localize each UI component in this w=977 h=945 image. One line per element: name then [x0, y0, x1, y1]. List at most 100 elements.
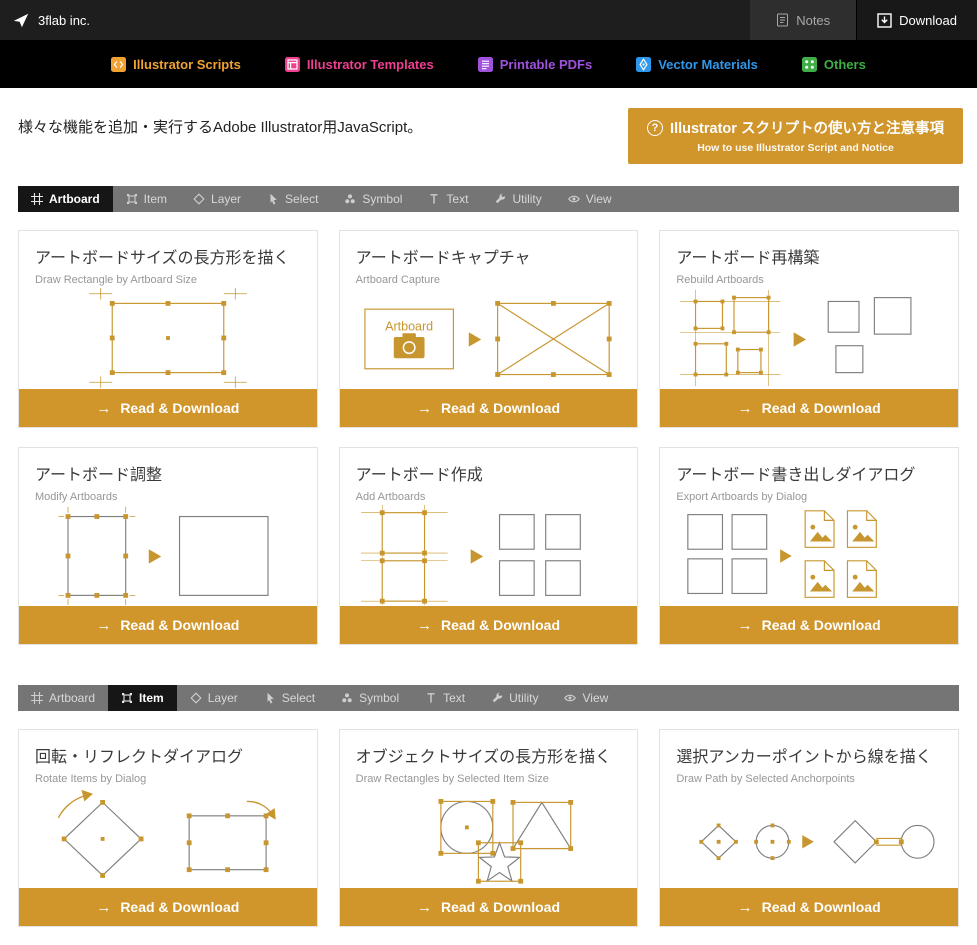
illustration-artboard-capture: Artboard [348, 288, 628, 388]
read-download-button[interactable]: → Read & Download [340, 888, 638, 926]
view-eye-icon [568, 193, 580, 205]
tab-view[interactable]: View [551, 685, 621, 711]
arrow-right-icon: → [417, 400, 432, 417]
tab-symbol[interactable]: Symbol [331, 186, 415, 212]
tab-item[interactable]: Item [108, 685, 177, 711]
cursor-icon [267, 193, 279, 205]
tab-label: Symbol [359, 691, 399, 705]
tab-label: Layer [208, 691, 238, 705]
card-title: 回転・リフレクトダイアログ [19, 730, 317, 767]
illustration-draw-path-anchorpoints [669, 787, 949, 887]
read-download-button[interactable]: → Read & Download [660, 606, 958, 644]
nav-illustrator-templates[interactable]: Illustrator Templates [285, 57, 434, 72]
card-title: アートボード作成 [340, 448, 638, 485]
card-rebuild-artboards: アートボード再構築 Rebuild Artboards [659, 230, 959, 428]
item-icon [126, 193, 138, 205]
wrench-icon [491, 692, 503, 704]
nav-label: Others [824, 57, 866, 72]
tab-select[interactable]: Select [254, 186, 331, 212]
layer-icon [193, 193, 205, 205]
card-illustration [340, 503, 638, 606]
tab-artboard[interactable]: Artboard [18, 186, 113, 212]
download-icon [877, 13, 892, 28]
nav-illustrator-scripts[interactable]: Illustrator Scripts [111, 57, 241, 72]
download-label: Download [899, 13, 957, 28]
read-download-button[interactable]: → Read & Download [19, 888, 317, 926]
card-export-artboards-dialog: アートボード書き出しダイアログ Export Artboards by Dial… [659, 447, 959, 645]
wrench-icon [494, 193, 506, 205]
card-subtitle: Rotate Items by Dialog [19, 767, 317, 785]
tab-label: View [582, 691, 608, 705]
arrow-right-icon: → [738, 617, 753, 634]
logo-text: 3flab inc. [38, 13, 90, 28]
main-navigation: Illustrator Scripts Illustrator Template… [0, 40, 977, 88]
tab-select[interactable]: Select [251, 685, 328, 711]
read-download-button[interactable]: → Read & Download [19, 389, 317, 427]
category-tabbar-item-section: Artboard Item Layer Select Symbol Text U… [18, 685, 959, 711]
illustration-rebuild-artboards [669, 288, 949, 388]
topbar-actions: Notes Download [750, 0, 977, 40]
card-illustration: Artboard [340, 286, 638, 389]
category-tabbar-artboard-section: Artboard Item Layer Select Symbol Text U… [18, 186, 959, 212]
card-subtitle: Modify Artboards [19, 485, 317, 503]
logo[interactable]: 3flab inc. [0, 11, 90, 29]
read-download-button[interactable]: → Read & Download [340, 606, 638, 644]
tab-utility[interactable]: Utility [481, 186, 554, 212]
card-draw-rectangles-by-item-size: オブジェクトサイズの長方形を描く Draw Rectangles by Sele… [339, 729, 639, 927]
card-subtitle: Rebuild Artboards [660, 268, 958, 286]
card-draw-rectangle-by-artboard-size: アートボードサイズの長方形を描く Draw Rectangle by Artbo… [18, 230, 318, 428]
card-subtitle: Draw Rectangle by Artboard Size [19, 268, 317, 286]
card-illustration [19, 503, 317, 606]
tab-symbol[interactable]: Symbol [328, 685, 412, 711]
card-title: アートボードキャプチャ [340, 231, 638, 268]
read-download-button[interactable]: → Read & Download [19, 606, 317, 644]
tab-label: Text [446, 192, 468, 206]
pen-nib-icon [636, 57, 651, 72]
view-eye-icon [564, 692, 576, 704]
illustration-modify-artboards [28, 505, 308, 605]
nav-label: Illustrator Scripts [133, 57, 241, 72]
illustration-export-artboards [669, 505, 949, 605]
tab-label: Text [443, 691, 465, 705]
tab-label: Select [282, 691, 315, 705]
tab-layer[interactable]: Layer [177, 685, 251, 711]
question-mark-icon: ? [647, 120, 663, 136]
tab-text[interactable]: Text [412, 685, 478, 711]
tab-label: View [586, 192, 612, 206]
tab-text[interactable]: Text [415, 186, 481, 212]
3flab-logo-icon [12, 11, 30, 29]
card-draw-path-by-anchorpoints: 選択アンカーポイントから線を描く Draw Path by Selected A… [659, 729, 959, 927]
tab-artboard[interactable]: Artboard [18, 685, 108, 711]
download-button[interactable]: Download [856, 0, 977, 40]
card-illustration [19, 286, 317, 389]
nav-label: Printable PDFs [500, 57, 592, 72]
nav-others[interactable]: Others [802, 57, 866, 72]
item-icon [121, 692, 133, 704]
artboard-cards-grid: アートボードサイズの長方形を描く Draw Rectangle by Artbo… [0, 212, 977, 663]
read-download-button[interactable]: → Read & Download [660, 888, 958, 926]
how-to-use-button[interactable]: ? Illustrator スクリプトの使い方と注意事項 How to use … [628, 108, 963, 164]
nav-label: Illustrator Templates [307, 57, 434, 72]
tab-utility[interactable]: Utility [478, 685, 551, 711]
scripts-icon [111, 57, 126, 72]
tab-label: Select [285, 192, 318, 206]
tab-item[interactable]: Item [113, 186, 180, 212]
tab-layer[interactable]: Layer [180, 186, 254, 212]
card-subtitle: Export Artboards by Dialog [660, 485, 958, 503]
tab-label: Utility [512, 192, 541, 206]
read-download-button[interactable]: → Read & Download [340, 389, 638, 427]
layer-icon [190, 692, 202, 704]
card-modify-artboards: アートボード調整 Modify Artboards → Read & Downl… [18, 447, 318, 645]
tab-view[interactable]: View [555, 186, 625, 212]
item-cards-grid: 回転・リフレクトダイアログ Rotate Items by Dialog [0, 711, 977, 945]
nav-vector-materials[interactable]: Vector Materials [636, 57, 758, 72]
card-title: 選択アンカーポイントから線を描く [660, 730, 958, 767]
illustration-rotate-items [28, 787, 308, 887]
card-subtitle: Add Artboards [340, 485, 638, 503]
card-artboard-capture: アートボードキャプチャ Artboard Capture Artboard → [339, 230, 639, 428]
how-to-use-title: ? Illustrator スクリプトの使い方と注意事項 [638, 117, 953, 138]
text-icon [428, 193, 440, 205]
notes-button[interactable]: Notes [750, 0, 856, 40]
nav-printable-pdfs[interactable]: Printable PDFs [478, 57, 592, 72]
read-download-button[interactable]: → Read & Download [660, 389, 958, 427]
